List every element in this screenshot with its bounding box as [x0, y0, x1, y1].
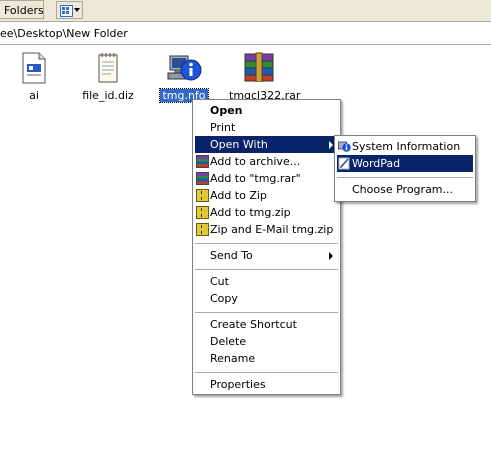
- chevron-down-icon: [74, 8, 80, 12]
- menu-item-label: Add to archive...: [210, 155, 301, 168]
- file-item-tmgcl322-rar[interactable]: tmgcl322.rar: [227, 52, 300, 106]
- menu-item-create-shortcut[interactable]: Create Shortcut: [195, 316, 338, 333]
- context-menu: Open Print Open With Add to archive... A…: [192, 99, 341, 395]
- menu-item-add-to-tmg-rar[interactable]: Add to "tmg.rar": [195, 170, 338, 187]
- menu-separator: [195, 243, 338, 244]
- address-path: ee\Desktop\New Folder: [0, 27, 128, 40]
- submenu-arrow-icon: [329, 141, 333, 149]
- menu-item-system-information[interactable]: System Information: [337, 138, 473, 155]
- menu-item-properties[interactable]: Properties: [195, 376, 338, 393]
- menu-item-label: WordPad: [352, 157, 401, 170]
- menu-item-delete[interactable]: Delete: [195, 333, 338, 350]
- file-item-file-id-diz[interactable]: file_id.diz: [76, 52, 140, 106]
- menu-item-label: Add to tmg.zip: [210, 206, 291, 219]
- menu-item-add-to-zip[interactable]: Add to Zip: [195, 187, 338, 204]
- views-button[interactable]: [56, 1, 83, 19]
- zip-icon: [196, 206, 209, 219]
- menu-item-print[interactable]: Print: [195, 119, 338, 136]
- menu-item-label: Zip and E-Mail tmg.zip: [210, 223, 334, 236]
- menu-item-send-to[interactable]: Send To: [195, 247, 338, 264]
- menu-item-open-with[interactable]: Open With: [195, 136, 338, 153]
- notepad-icon: [98, 53, 118, 83]
- wordpad-icon: [338, 157, 350, 170]
- zip-icon: [196, 189, 209, 202]
- menu-separator: [337, 177, 473, 178]
- menu-item-wordpad[interactable]: WordPad: [337, 155, 473, 172]
- system-info-icon: [338, 141, 351, 152]
- winrar-icon: [196, 155, 209, 168]
- submenu-arrow-icon: [329, 252, 333, 260]
- system-info-icon: [167, 55, 202, 81]
- file-item-tmg-nfo[interactable]: tmg.nfo: [152, 52, 216, 106]
- menu-item-label: System Information: [352, 140, 461, 153]
- menu-item-zip-and-email[interactable]: Zip and E-Mail tmg.zip: [195, 221, 338, 238]
- menu-item-open[interactable]: Open: [195, 102, 338, 119]
- views-icon: [60, 5, 73, 17]
- menu-separator: [195, 269, 338, 270]
- open-with-submenu: System Information WordPad Choose Progra…: [334, 135, 476, 202]
- menu-item-rename[interactable]: Rename: [195, 350, 338, 367]
- document-icon: [22, 52, 46, 84]
- menu-separator: [195, 312, 338, 313]
- menu-item-label: Open With: [210, 138, 268, 151]
- menu-item-add-to-archive[interactable]: Add to archive...: [195, 153, 338, 170]
- menu-item-label: Add to Zip: [210, 189, 267, 202]
- menu-item-copy[interactable]: Copy: [195, 290, 338, 307]
- file-item-ai[interactable]: ai: [2, 52, 66, 106]
- menu-item-cut[interactable]: Cut: [195, 273, 338, 290]
- file-label: ai: [29, 89, 39, 102]
- menu-item-add-to-tmg-zip[interactable]: Add to tmg.zip: [195, 204, 338, 221]
- file-label: file_id.diz: [82, 89, 134, 102]
- folders-button[interactable]: Folders: [0, 0, 44, 19]
- menu-separator: [195, 372, 338, 373]
- menu-item-choose-program[interactable]: Choose Program...: [337, 181, 473, 198]
- winrar-archive-icon: [244, 52, 274, 82]
- toolbar: Folders: [0, 0, 491, 22]
- zip-icon: [196, 223, 209, 236]
- winrar-icon: [196, 172, 209, 185]
- address-bar[interactable]: ee\Desktop\New Folder: [0, 22, 491, 45]
- menu-item-label: Add to "tmg.rar": [210, 172, 301, 185]
- menu-item-label: Send To: [210, 249, 253, 262]
